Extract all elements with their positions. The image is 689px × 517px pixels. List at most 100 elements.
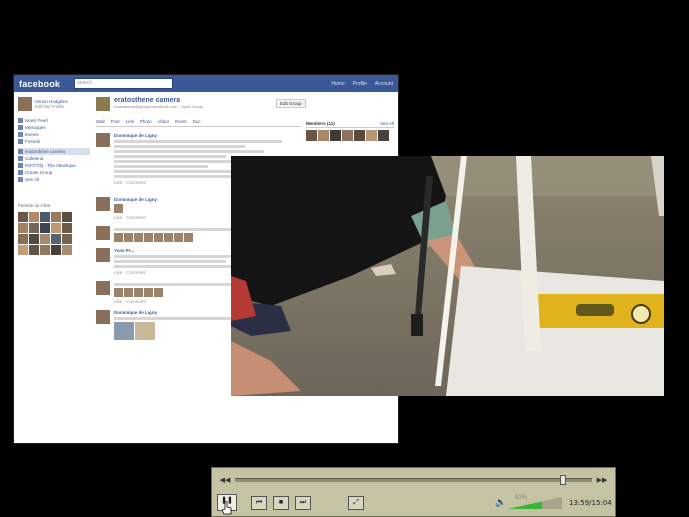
- friend-thumb[interactable]: [51, 245, 61, 255]
- photo-thumb[interactable]: [124, 233, 133, 242]
- photo-thumb[interactable]: [184, 233, 193, 242]
- friend-thumb[interactable]: [29, 223, 39, 233]
- seek-forward-icon[interactable]: ▶▶: [596, 476, 608, 484]
- friend-thumb[interactable]: [40, 212, 50, 222]
- sidebar-item-infotiq[interactable]: INFOTIQ - The Atlantique: [18, 162, 90, 169]
- tab-wall[interactable]: Wall: [96, 119, 105, 124]
- friend-thumb[interactable]: [40, 223, 50, 233]
- sidebar-item-see-all[interactable]: See All: [18, 176, 90, 183]
- member-thumb[interactable]: [306, 130, 317, 141]
- avatar: [96, 310, 110, 324]
- photo-thumb[interactable]: [134, 233, 143, 242]
- tab-doc[interactable]: Doc: [193, 119, 201, 124]
- seek-thumb[interactable]: [560, 475, 567, 485]
- tab-event[interactable]: Event: [175, 119, 187, 124]
- sidebar-item-group[interactable]: eratosthène caméra: [18, 148, 90, 155]
- friend-thumb[interactable]: [62, 212, 72, 222]
- member-thumb[interactable]: [342, 130, 353, 141]
- sidebar-item-label: Cafeteria: [25, 156, 44, 161]
- friend-thumb[interactable]: [18, 245, 28, 255]
- friend-thumb[interactable]: [18, 212, 28, 222]
- sidebar-item-create-group[interactable]: Create Group: [18, 169, 90, 176]
- avatar: [96, 226, 110, 240]
- members-header: Members (11) See All: [306, 121, 394, 128]
- friend-thumb[interactable]: [62, 223, 72, 233]
- news-feed-icon: [18, 118, 23, 123]
- group-tabs: Wall Post Link Photo Video Event Doc: [96, 119, 301, 127]
- facebook-nav: Home Profile Account: [331, 81, 393, 87]
- friend-thumb[interactable]: [40, 234, 50, 244]
- photo-thumb[interactable]: [164, 233, 173, 242]
- nav-profile[interactable]: Profile: [353, 81, 367, 87]
- tab-video[interactable]: Video: [158, 119, 169, 124]
- facebook-search-input[interactable]: search: [74, 78, 174, 89]
- photo-thumb[interactable]: [124, 288, 133, 297]
- nav-account[interactable]: Account: [375, 81, 393, 87]
- friend-thumb[interactable]: [18, 223, 28, 233]
- member-thumb[interactable]: [378, 130, 389, 141]
- sidebar-item-label: News Feed: [25, 118, 48, 123]
- add-icon: [18, 170, 23, 175]
- sidebar-item-news-feed[interactable]: News Feed: [18, 117, 90, 124]
- friend-thumb[interactable]: [51, 212, 61, 222]
- friends-photos-grid: [18, 212, 90, 255]
- photo-thumb[interactable]: [134, 288, 143, 297]
- friend-thumb[interactable]: [29, 245, 39, 255]
- previous-button[interactable]: ⏮: [251, 496, 267, 510]
- seek-back-icon[interactable]: ◀◀: [219, 476, 231, 484]
- friend-thumb[interactable]: [29, 234, 39, 244]
- sidebar-item-label: Messages: [25, 125, 46, 130]
- nav-home[interactable]: Home: [331, 81, 344, 87]
- photo-thumb[interactable]: [154, 233, 163, 242]
- member-thumb[interactable]: [354, 130, 365, 141]
- photo-thumb[interactable]: [154, 288, 163, 297]
- member-thumb[interactable]: [330, 130, 341, 141]
- member-thumb[interactable]: [318, 130, 329, 141]
- spirit-level-dial: [631, 304, 651, 324]
- sidebar-item-events[interactable]: Events: [18, 131, 90, 138]
- friend-thumb[interactable]: [18, 234, 28, 244]
- more-icon: [18, 177, 23, 182]
- photo-thumb[interactable]: [114, 204, 123, 213]
- tab-link[interactable]: Link: [126, 119, 134, 124]
- friend-thumb[interactable]: [62, 234, 72, 244]
- video-frame[interactable]: [231, 156, 664, 396]
- group-icon: [18, 163, 23, 168]
- photo-thumb[interactable]: [114, 288, 123, 297]
- video-thumb[interactable]: [135, 322, 155, 340]
- group-icon: [18, 156, 23, 161]
- photo-thumb[interactable]: [174, 233, 183, 242]
- friend-thumb[interactable]: [51, 223, 61, 233]
- sidebar-item-messages[interactable]: Messages: [18, 124, 90, 131]
- seek-bar[interactable]: ◀◀ ▶▶: [219, 474, 608, 486]
- friends-photos-title: Friends on Chat: [18, 203, 51, 208]
- photo-thumb[interactable]: [114, 233, 123, 242]
- profile-edit-link[interactable]: Edit My Profile: [35, 104, 68, 109]
- friend-thumb[interactable]: [62, 245, 72, 255]
- group-avatar: [96, 97, 110, 111]
- photo-thumb[interactable]: [144, 233, 153, 242]
- tab-post[interactable]: Post: [111, 119, 120, 124]
- profile-summary[interactable]: Simon Hodgkins Edit My Profile: [18, 97, 90, 111]
- stop-button[interactable]: ■: [273, 496, 289, 510]
- next-button[interactable]: ⏭: [295, 496, 311, 510]
- friend-thumb[interactable]: [40, 245, 50, 255]
- facebook-left-sidebar: Simon Hodgkins Edit My Profile News Feed…: [18, 97, 90, 255]
- speaker-icon[interactable]: 🔈: [495, 497, 506, 508]
- fullscreen-button[interactable]: ⤢: [348, 496, 364, 510]
- friend-thumb[interactable]: [29, 212, 39, 222]
- facebook-logo: facebook: [19, 78, 61, 89]
- member-thumb[interactable]: [366, 130, 377, 141]
- sidebar-item-friends[interactable]: Friends: [18, 138, 90, 145]
- sidebar-item-cafeteria[interactable]: Cafeteria: [18, 155, 90, 162]
- tab-photo[interactable]: Photo: [140, 119, 152, 124]
- spirit-level-bubble: [576, 304, 614, 316]
- friend-thumb[interactable]: [51, 234, 61, 244]
- post-author[interactable]: Dominique de Ligny: [114, 133, 301, 138]
- photo-thumb[interactable]: [144, 288, 153, 297]
- members-see-all-link[interactable]: See All: [380, 121, 394, 126]
- seek-track[interactable]: [235, 475, 592, 485]
- edit-group-button[interactable]: Edit Group: [276, 99, 306, 108]
- page-title[interactable]: eratosthene camera: [114, 97, 203, 104]
- video-thumb[interactable]: [114, 322, 134, 340]
